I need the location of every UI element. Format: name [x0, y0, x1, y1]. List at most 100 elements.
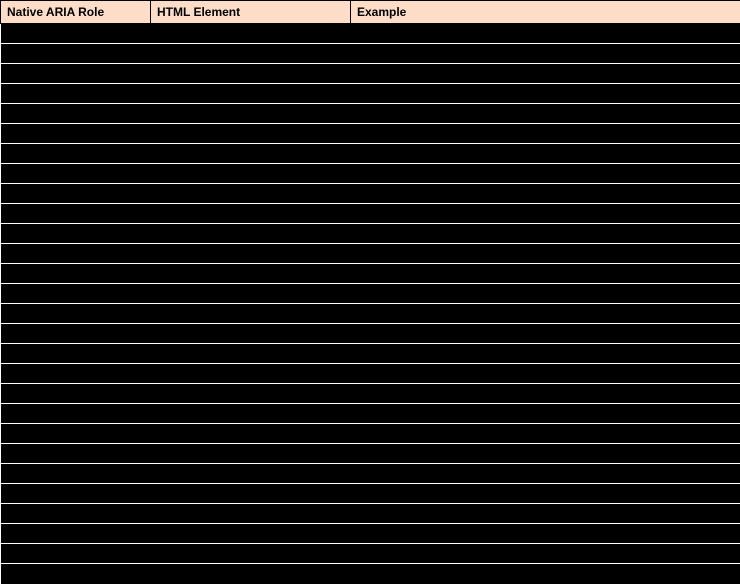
table-cell [1, 524, 151, 544]
table-cell [351, 184, 740, 204]
table-cell [1, 284, 151, 304]
table-row [1, 244, 740, 264]
table-cell [151, 524, 351, 544]
column-header-element: HTML Element [151, 1, 351, 24]
table-cell [351, 84, 740, 104]
table-cell [351, 564, 740, 584]
table-row [1, 544, 740, 564]
table-cell [351, 64, 740, 84]
table-row [1, 144, 740, 164]
table-row [1, 524, 740, 544]
table-cell [1, 64, 151, 84]
table-cell [1, 344, 151, 364]
table-cell [1, 464, 151, 484]
table-cell [1, 124, 151, 144]
table-cell [151, 324, 351, 344]
table-cell [351, 324, 740, 344]
table-cell [151, 544, 351, 564]
table-cell [1, 364, 151, 384]
table-cell [151, 184, 351, 204]
table-cell [351, 304, 740, 324]
table-cell [351, 424, 740, 444]
table-cell [151, 484, 351, 504]
table-cell [151, 384, 351, 404]
table-row [1, 344, 740, 364]
table-row [1, 444, 740, 464]
table-cell [1, 264, 151, 284]
table-cell [1, 544, 151, 564]
table-row [1, 504, 740, 524]
table-cell [151, 504, 351, 524]
table-cell [151, 104, 351, 124]
table-cell [151, 564, 351, 584]
table-cell [351, 344, 740, 364]
table-cell [151, 164, 351, 184]
table-cell [351, 44, 740, 64]
table-cell [151, 244, 351, 264]
table-row [1, 564, 740, 584]
table-cell [1, 164, 151, 184]
table-row [1, 384, 740, 404]
table-cell [1, 564, 151, 584]
table-cell [1, 404, 151, 424]
table-cell [151, 204, 351, 224]
table-cell [1, 144, 151, 164]
table-cell [151, 364, 351, 384]
table-cell [351, 244, 740, 264]
table-cell [1, 204, 151, 224]
table-cell [351, 544, 740, 564]
table-cell [351, 364, 740, 384]
table-row [1, 284, 740, 304]
table-cell [151, 144, 351, 164]
table-cell [1, 304, 151, 324]
table-cell [151, 444, 351, 464]
table-cell [1, 24, 151, 44]
table-cell [351, 144, 740, 164]
table-cell [1, 324, 151, 344]
table-row [1, 464, 740, 484]
table-cell [351, 104, 740, 124]
table-row [1, 184, 740, 204]
table-cell [351, 224, 740, 244]
table-cell [351, 384, 740, 404]
table-row [1, 484, 740, 504]
table-cell [151, 344, 351, 364]
table-cell [1, 104, 151, 124]
table-cell [151, 64, 351, 84]
table-cell [151, 84, 351, 104]
column-header-role: Native ARIA Role [1, 1, 151, 24]
table-row [1, 44, 740, 64]
table-cell [1, 184, 151, 204]
table-row [1, 24, 740, 44]
table-cell [351, 264, 740, 284]
table-cell [1, 424, 151, 444]
table-cell [351, 404, 740, 424]
table-cell [351, 284, 740, 304]
table-cell [351, 204, 740, 224]
table-cell [151, 464, 351, 484]
table-cell [151, 404, 351, 424]
table-row [1, 304, 740, 324]
table-cell [1, 224, 151, 244]
table-cell [151, 304, 351, 324]
table-cell [151, 24, 351, 44]
table-row [1, 64, 740, 84]
table-row [1, 404, 740, 424]
table-row [1, 324, 740, 344]
table-cell [1, 84, 151, 104]
table-cell [151, 44, 351, 64]
table-cell [151, 224, 351, 244]
table-cell [351, 164, 740, 184]
table-row [1, 124, 740, 144]
table-cell [1, 384, 151, 404]
table-cell [1, 504, 151, 524]
table-cell [1, 444, 151, 464]
table-cell [351, 524, 740, 544]
table-row [1, 224, 740, 244]
table-cell [351, 504, 740, 524]
table-row [1, 364, 740, 384]
table-cell [351, 464, 740, 484]
table-cell [1, 244, 151, 264]
table-cell [151, 424, 351, 444]
table-cell [351, 444, 740, 464]
